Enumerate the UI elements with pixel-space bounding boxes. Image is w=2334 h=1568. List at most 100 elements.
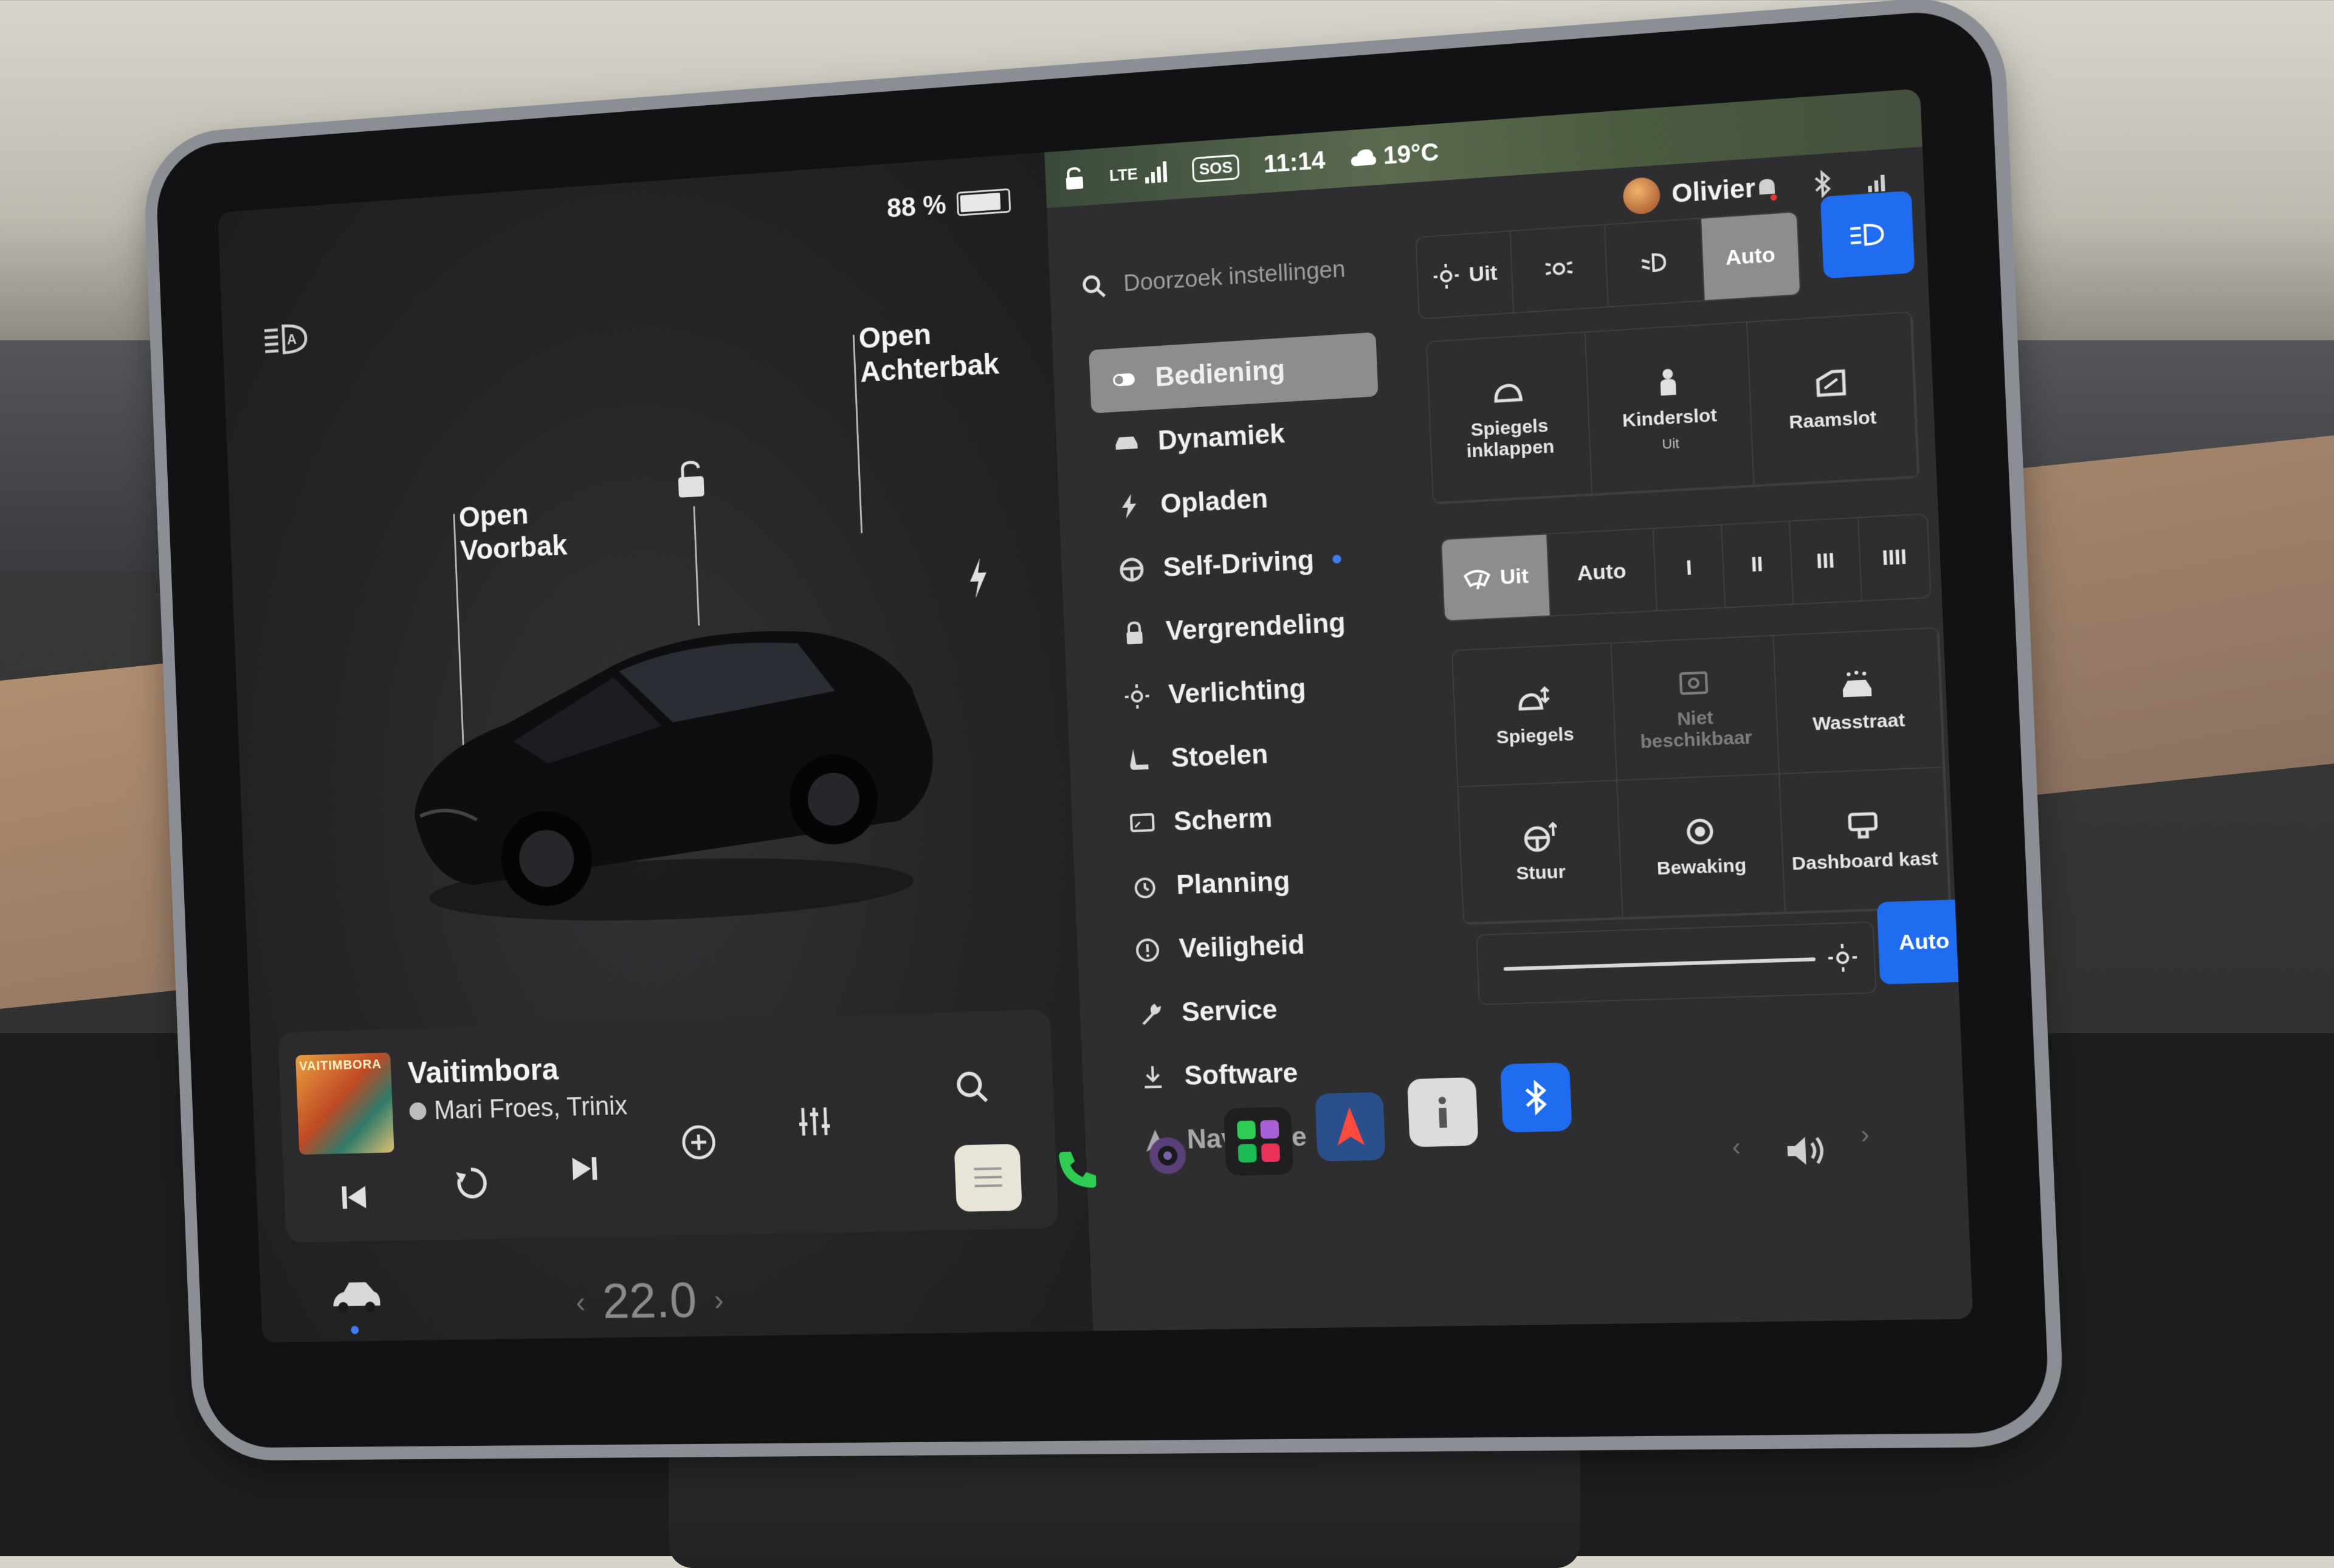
- steering-tile[interactable]: Stuur: [1458, 781, 1623, 924]
- unlocked-padlock-icon[interactable]: [674, 458, 711, 501]
- wipers-off-option[interactable]: Uit: [1442, 534, 1551, 620]
- search-icon: [1079, 272, 1107, 300]
- front-trunk-button[interactable]: Open Voorbak: [458, 496, 568, 568]
- touchscreen: 88 % A Open Voorbak Open Achterbak: [218, 89, 1973, 1343]
- equalizer-icon[interactable]: [793, 1100, 836, 1143]
- bell-icon[interactable]: [1754, 173, 1780, 202]
- auto-high-beam-button[interactable]: [1820, 191, 1915, 279]
- lights-auto-option[interactable]: Auto: [1701, 212, 1800, 300]
- unavailable-tile: Niet beschikbaar: [1612, 636, 1780, 781]
- cellular-icon: [1865, 165, 1892, 195]
- nav-item-scherm[interactable]: Scherm: [1107, 782, 1397, 856]
- sos-button[interactable]: SOS: [1192, 154, 1240, 182]
- temp-down-icon[interactable]: ‹: [575, 1284, 586, 1319]
- nav-item-stoelen[interactable]: Stoelen: [1104, 717, 1394, 793]
- car-wash-icon: [1838, 668, 1876, 705]
- brightness-track[interactable]: [1504, 957, 1816, 971]
- display-icon: [1129, 810, 1157, 837]
- nav-label: Software: [1184, 1058, 1299, 1092]
- brightness-auto-label: Auto: [1898, 929, 1950, 955]
- volume-up-icon[interactable]: ›: [1860, 1121, 1870, 1149]
- nav-label: Veiligheid: [1179, 930, 1306, 965]
- notes-icon: [966, 1156, 1010, 1199]
- notes-app[interactable]: [954, 1144, 1022, 1212]
- navigation-app[interactable]: [1315, 1092, 1385, 1161]
- window-lock-tile[interactable]: Raamslot: [1747, 312, 1918, 486]
- battery-icon: [956, 188, 1011, 216]
- mirrors-tile[interactable]: Spiegels: [1453, 644, 1618, 787]
- avatar: [1622, 176, 1661, 215]
- lock-icon: [1121, 619, 1149, 647]
- phone-icon: [1053, 1145, 1103, 1195]
- track-artist: Mari Froes, Trinix: [409, 1091, 628, 1126]
- brightness-slider[interactable]: [1476, 921, 1876, 1005]
- display-bezel: 88 % A Open Voorbak Open Achterbak: [154, 7, 2050, 1448]
- fold-mirrors-tile[interactable]: Spiegels inklappen: [1427, 332, 1593, 503]
- nav-label: Scherm: [1173, 803, 1273, 837]
- parking-lights-option[interactable]: [1510, 225, 1609, 312]
- bluetooth-app[interactable]: [1500, 1062, 1572, 1132]
- camera-icon: [1143, 1130, 1193, 1180]
- unlocked-icon[interactable]: [1063, 165, 1086, 191]
- track-title: Vaitimbora: [407, 1051, 559, 1091]
- wiper-icon: [1462, 563, 1492, 593]
- nav-item-service[interactable]: Service: [1115, 974, 1406, 1047]
- replay-icon[interactable]: [451, 1162, 492, 1204]
- next-track-icon[interactable]: [564, 1147, 606, 1190]
- signal-bars-icon: [1143, 161, 1168, 184]
- nav-item-verlichting[interactable]: Verlichting: [1102, 653, 1392, 729]
- car-wash-tile[interactable]: Wasstraat: [1774, 628, 1944, 774]
- wipers-speed-2[interactable]: II: [1722, 522, 1794, 607]
- nav-label: Service: [1181, 994, 1278, 1028]
- tile-label: Spiegels inklappen: [1437, 413, 1584, 464]
- mirror-fold-icon: [1490, 374, 1526, 411]
- user-profile[interactable]: Olivier: [1622, 170, 1756, 215]
- update-badge: [1332, 554, 1341, 563]
- tile-label: Dashboard kast: [1791, 848, 1938, 875]
- info-icon: [1420, 1090, 1465, 1135]
- signal-label: LTE: [1109, 164, 1138, 185]
- auto-high-beam-icon: [1847, 218, 1887, 252]
- child-lock-tile[interactable]: Kinderslot Uit: [1586, 323, 1754, 495]
- volume-down-icon[interactable]: ‹: [1732, 1133, 1741, 1162]
- car-controls-icon[interactable]: [326, 1276, 384, 1318]
- brightness-icon: [1826, 942, 1859, 973]
- album-art[interactable]: VAITIMBORA: [295, 1053, 394, 1155]
- lights-off-option[interactable]: Uit: [1416, 232, 1513, 318]
- battery-percent: 88 %: [886, 190, 947, 224]
- mirror-adjust-icon: [1515, 683, 1552, 719]
- volume-icon[interactable]: [1783, 1132, 1830, 1171]
- info-app[interactable]: [1407, 1078, 1479, 1147]
- brightness-auto-button[interactable]: Auto: [1877, 899, 1972, 984]
- nav-label: Bediening: [1155, 354, 1286, 393]
- nav-label: Verlichting: [1168, 673, 1306, 710]
- lights-auto-label: Auto: [1725, 242, 1776, 270]
- cloud-icon: [1349, 146, 1377, 169]
- apps-launcher[interactable]: [1224, 1107, 1293, 1176]
- nav-item-veiligheid[interactable]: Veiligheid: [1112, 910, 1403, 983]
- wipers-auto-option[interactable]: Auto: [1547, 529, 1658, 615]
- sentry-tile[interactable]: Bewaking: [1618, 774, 1786, 918]
- temp-up-icon[interactable]: ›: [713, 1282, 724, 1316]
- clock: 11:14: [1263, 146, 1326, 179]
- toggle-icon: [1110, 365, 1138, 394]
- nav-label: Dynamiek: [1157, 419, 1286, 456]
- rear-trunk-button[interactable]: Open Achterbak: [858, 314, 1000, 390]
- wipers-speed-1[interactable]: I: [1654, 525, 1725, 610]
- add-icon[interactable]: [678, 1121, 720, 1163]
- low-beam-option[interactable]: [1605, 219, 1704, 306]
- bluetooth-icon[interactable]: [1809, 170, 1836, 199]
- lightning-bolt-icon[interactable]: [965, 557, 991, 600]
- camera-app[interactable]: [1133, 1121, 1202, 1190]
- wipers-speed-4[interactable]: IIII: [1859, 515, 1930, 600]
- auto-headlight-icon[interactable]: A: [261, 317, 312, 362]
- user-name: Olivier: [1671, 173, 1756, 209]
- cabin-temperature[interactable]: 22.0: [601, 1271, 698, 1330]
- nav-item-planning[interactable]: Planning: [1110, 845, 1400, 920]
- tile-label: Stuur: [1516, 862, 1566, 885]
- nav-label: Vergrendeling: [1165, 607, 1346, 647]
- wipers-speed-3[interactable]: III: [1790, 518, 1862, 604]
- phone-app[interactable]: [1043, 1136, 1112, 1204]
- glovebox-tile[interactable]: Dashboard kast: [1780, 768, 1950, 913]
- previous-track-icon[interactable]: [334, 1177, 374, 1219]
